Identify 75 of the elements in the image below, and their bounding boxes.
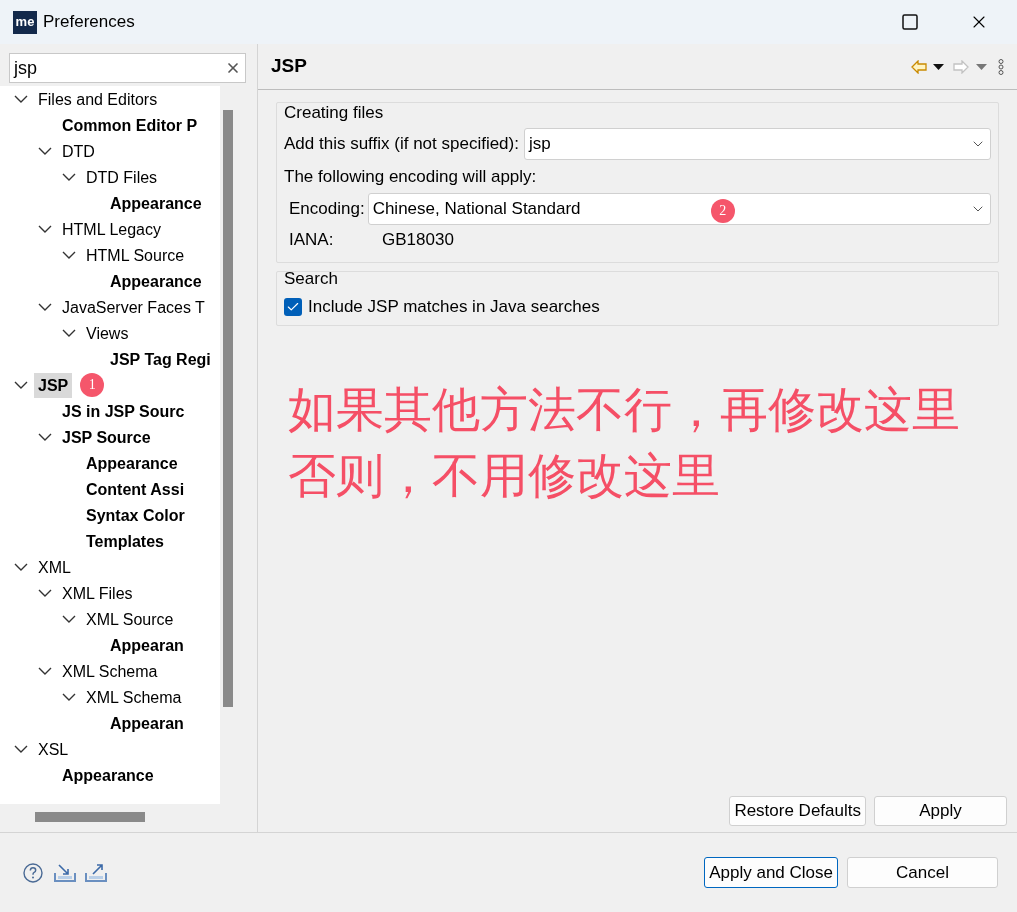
chevron-down-icon[interactable] bbox=[38, 589, 52, 597]
tree-item[interactable]: JSP Tag Regi bbox=[110, 346, 211, 372]
dropdown-triangle-icon[interactable] bbox=[933, 63, 944, 70]
chevron-down-icon[interactable] bbox=[38, 433, 52, 441]
encoding-note: The following encoding will apply: bbox=[284, 166, 538, 188]
chevron-down-icon[interactable] bbox=[38, 303, 52, 311]
tree-item[interactable]: HTML Source bbox=[86, 242, 185, 268]
tree-item[interactable]: DTD bbox=[62, 138, 95, 164]
tree-item[interactable]: Common Editor P bbox=[62, 112, 198, 138]
window-title: Preferences bbox=[43, 11, 135, 34]
iana-value: GB18030 bbox=[382, 229, 454, 251]
chevron-down-icon[interactable] bbox=[38, 667, 52, 675]
field-label: IANA: bbox=[289, 229, 335, 251]
tree-item[interactable]: Files and Editors bbox=[38, 86, 158, 112]
app-logo: me bbox=[13, 10, 37, 34]
annotation-text: 否则，不用修改这里 bbox=[288, 445, 721, 505]
tree-item[interactable]: XML Schema bbox=[62, 658, 158, 684]
tree-item[interactable]: XML Source bbox=[86, 606, 174, 632]
checkbox-label: Include JSP matches in Java searches bbox=[308, 296, 600, 318]
chevron-down-icon[interactable] bbox=[38, 225, 52, 233]
tree-item[interactable]: JSP bbox=[34, 372, 73, 398]
group-title: Creating files bbox=[284, 102, 385, 124]
tree-item[interactable]: Syntax Color bbox=[86, 502, 185, 528]
annotation-badge: 2 bbox=[710, 199, 735, 223]
horizontal-scrollbar[interactable] bbox=[35, 812, 145, 822]
tree-item[interactable]: XML Files bbox=[62, 580, 133, 606]
group-title: Search bbox=[284, 268, 339, 290]
page-button[interactable]: Restore Defaults bbox=[729, 796, 866, 826]
chevron-down-icon[interactable] bbox=[14, 95, 28, 103]
tree-item[interactable]: HTML Legacy bbox=[62, 216, 161, 242]
encoding-dropdown[interactable]: Chinese, National Standard 2 bbox=[367, 193, 991, 225]
help-icon[interactable] bbox=[23, 862, 43, 883]
tree-item[interactable]: Appearance bbox=[110, 268, 202, 294]
checkbox[interactable] bbox=[284, 297, 302, 316]
tree-item[interactable]: Appearan bbox=[110, 710, 184, 736]
tree-item[interactable]: Views bbox=[86, 320, 129, 346]
export-icon[interactable] bbox=[85, 862, 107, 883]
filter-field[interactable]: jsp bbox=[9, 53, 246, 83]
chevron-down-icon[interactable] bbox=[62, 251, 76, 259]
tree-item[interactable]: DTD Files bbox=[86, 164, 158, 190]
chevron-down-icon[interactable] bbox=[14, 381, 28, 389]
chevron-down-icon[interactable] bbox=[62, 173, 76, 181]
suffix-dropdown[interactable]: jsp bbox=[523, 128, 991, 160]
tree-item[interactable]: Content Assi bbox=[86, 476, 185, 502]
tree-item[interactable]: XSL bbox=[38, 736, 69, 762]
tree-item[interactable]: XML bbox=[38, 554, 71, 580]
page-title: JSP bbox=[271, 54, 307, 79]
annotation-badge: 1 bbox=[80, 373, 105, 397]
tree-item[interactable]: JavaServer Faces T bbox=[62, 294, 205, 320]
tree-item[interactable]: JSP Source bbox=[62, 424, 151, 450]
vertical-scrollbar[interactable] bbox=[223, 110, 233, 707]
chevron-down-icon[interactable] bbox=[62, 329, 76, 337]
annotation-text: 如果其他方法不行，再修改这里 bbox=[288, 379, 961, 439]
maximize-icon[interactable] bbox=[902, 14, 918, 30]
clear-icon[interactable] bbox=[225, 60, 241, 76]
tree-item[interactable]: Appearan bbox=[110, 632, 184, 658]
field-label: Encoding: bbox=[289, 198, 365, 221]
chevron-down-icon[interactable] bbox=[62, 693, 76, 701]
page-button[interactable]: Apply bbox=[874, 796, 1007, 826]
back-arrow-icon[interactable] bbox=[911, 59, 927, 74]
tree-item[interactable]: Appearance bbox=[86, 450, 178, 476]
dialog-button[interactable]: Cancel bbox=[847, 857, 998, 888]
chevron-down-icon[interactable] bbox=[62, 615, 76, 623]
tree-item[interactable]: Appearance bbox=[110, 190, 202, 216]
tree-item[interactable]: Appearance bbox=[62, 762, 154, 788]
chevron-down-icon[interactable] bbox=[14, 563, 28, 571]
chevron-down-icon[interactable] bbox=[38, 147, 52, 155]
field-label: Add this suffix (if not specified): bbox=[284, 133, 519, 156]
tree-item[interactable]: Templates bbox=[86, 528, 164, 554]
tree-item[interactable]: JS in JSP Sourc bbox=[62, 398, 185, 424]
dialog-button[interactable]: Apply and Close bbox=[704, 857, 838, 888]
tree-item[interactable]: XML Schema bbox=[86, 684, 182, 710]
more-options-icon[interactable] bbox=[998, 58, 1004, 75]
import-icon[interactable] bbox=[54, 862, 76, 883]
chevron-down-icon[interactable] bbox=[14, 745, 28, 753]
